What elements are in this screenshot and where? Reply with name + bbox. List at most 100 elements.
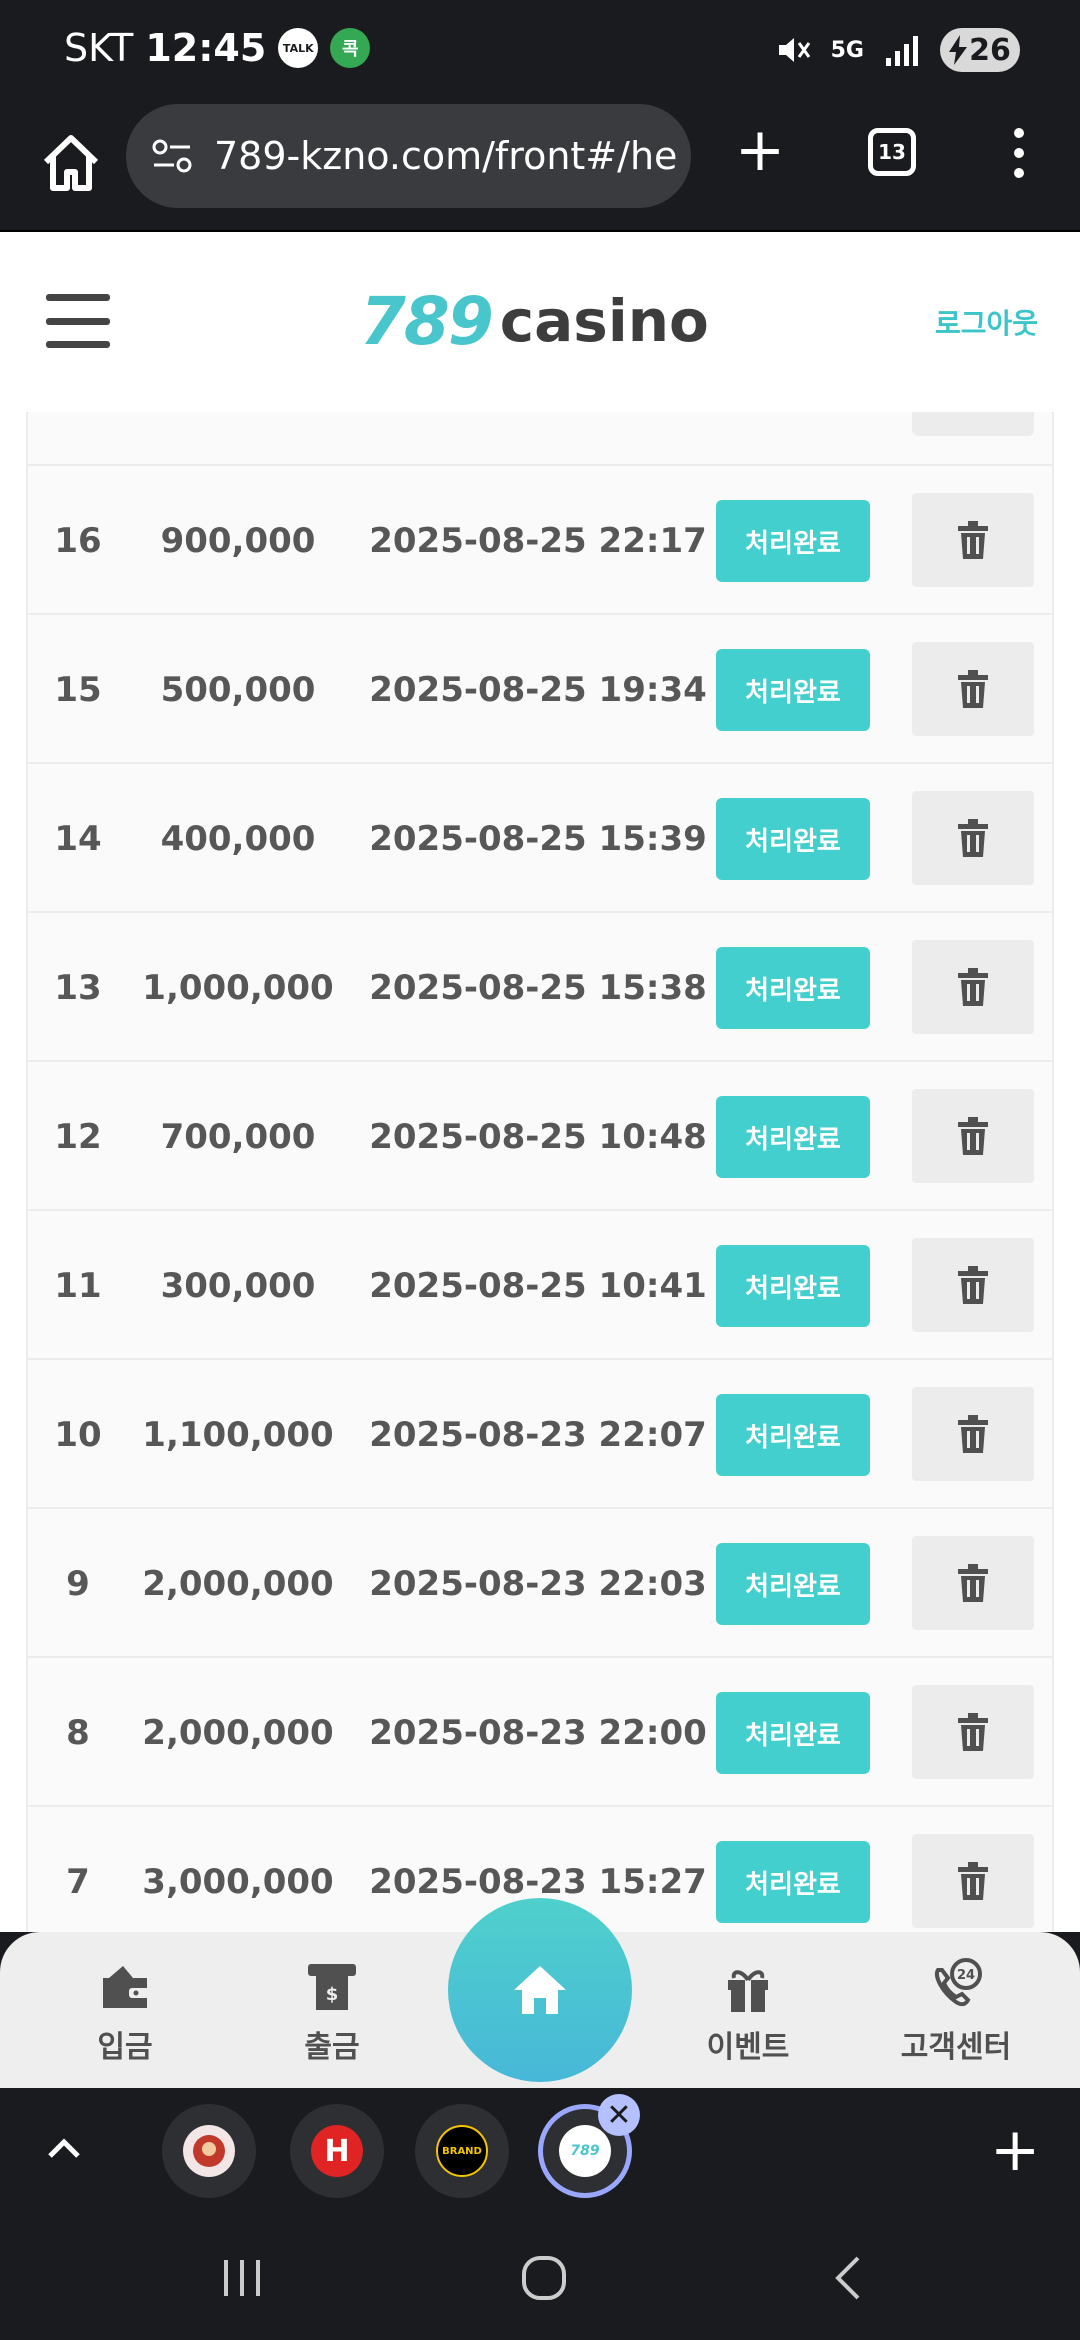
row-number: 11	[54, 1265, 102, 1306]
status-badge-button[interactable]: 처리완료	[716, 1096, 870, 1178]
app-notification-icon: 콕	[330, 28, 371, 68]
delete-button[interactable]	[912, 940, 1034, 1034]
nav-withdraw[interactable]: $ 출금	[262, 1956, 402, 2076]
atm-icon: $	[308, 1964, 356, 2010]
phone-24-icon: 24	[935, 1958, 982, 2007]
row-amount: 1,100,000	[142, 1414, 334, 1455]
carrier-label: SKT	[64, 26, 134, 70]
logo-number: 789	[360, 282, 494, 360]
tab-thumbnail-1[interactable]	[162, 2104, 256, 2198]
recents-button[interactable]	[202, 2248, 282, 2308]
row-number: 7	[66, 1861, 90, 1902]
delete-button[interactable]	[912, 1238, 1034, 1332]
new-tab-button[interactable]: +	[730, 120, 790, 180]
site-settings-icon[interactable]	[150, 134, 194, 178]
trash-icon	[956, 1564, 990, 1602]
delete-button[interactable]	[912, 1834, 1034, 1928]
svg-text:$: $	[326, 1984, 339, 2005]
table-row: 11 300,000 2025-08-25 10:41 처리완료	[28, 1211, 1052, 1360]
transaction-list: 16 900,000 2025-08-25 22:17 처리완료 15 500,000 20…	[0, 412, 1080, 1932]
menu-icon[interactable]	[46, 294, 110, 348]
nav-event[interactable]: 이벤트	[678, 1956, 818, 2076]
row-date: 2025-08-25 15:39	[369, 818, 707, 859]
recents-icon	[224, 2260, 260, 2296]
status-bar: SKT 12:45 TALK 콕 5G 26	[0, 0, 1080, 100]
home-fab-button[interactable]	[448, 1898, 632, 2082]
nav-support-label: 고객센터	[900, 2030, 1012, 2065]
table-row: 13 1,000,000 2025-08-25 15:38 처리완료	[28, 913, 1052, 1062]
tab-thumbnail-3[interactable]: BRAND	[415, 2104, 509, 2198]
logo-word: casino	[499, 287, 709, 355]
status-badge-button[interactable]: 처리완료	[716, 500, 870, 582]
row-number: 9	[66, 1563, 90, 1604]
gift-icon	[728, 1970, 768, 2012]
transaction-table: 16 900,000 2025-08-25 22:17 처리완료 15 500,000 20…	[26, 412, 1054, 1932]
site-logo[interactable]: 789 casino	[360, 283, 709, 360]
row-number: 8	[66, 1712, 90, 1753]
table-row: 9 2,000,000 2025-08-23 22:03 처리완료	[28, 1509, 1052, 1658]
add-tab-button[interactable]: +	[990, 2110, 1040, 2190]
tab-thumbnail-2[interactable]: H	[290, 2104, 384, 2198]
trash-icon	[956, 1415, 990, 1453]
trash-icon	[956, 968, 990, 1006]
browser-toolbar: 789-kzno.com/front#/he + 13	[0, 100, 1080, 230]
nav-deposit[interactable]: 입금	[55, 1956, 195, 2076]
row-amount: 900,000	[160, 520, 316, 561]
row-date: 2025-08-25 15:38	[369, 967, 707, 1008]
row-amount: 1,000,000	[142, 967, 334, 1008]
delete-button[interactable]	[912, 1089, 1034, 1183]
wallet-icon	[103, 1966, 149, 2008]
close-tab-icon[interactable]: ✕	[598, 2094, 640, 2136]
delete-button[interactable]	[912, 1536, 1034, 1630]
tab-switcher-button[interactable]: 13	[868, 128, 916, 176]
site-header: 789 casino 로그아웃	[0, 230, 1080, 412]
status-badge-button[interactable]: 처리완료	[716, 947, 870, 1029]
status-badge-button[interactable]: 처리완료	[716, 1692, 870, 1774]
address-bar[interactable]: 789-kzno.com/front#/he	[126, 104, 691, 208]
home-system-button[interactable]	[504, 2248, 584, 2308]
table-row: 16 900,000 2025-08-25 22:17 처리완료	[28, 466, 1052, 615]
status-badge-button[interactable]: 처리완료	[716, 1245, 870, 1327]
battery-indicator: 26	[940, 28, 1020, 72]
url-text: 789-kzno.com/front#/he	[214, 134, 678, 178]
status-badge-button[interactable]: 처리완료	[716, 1543, 870, 1625]
status-badge-button[interactable]: 처리완료	[716, 1841, 870, 1923]
row-amount: 3,000,000	[142, 1861, 334, 1902]
screen: SKT 12:45 TALK 콕 5G 26 789-kzno.com/fron…	[0, 0, 1080, 2340]
kakaotalk-icon: TALK	[278, 28, 319, 68]
status-badge-button[interactable]: 처리완료	[716, 798, 870, 880]
delete-button[interactable]	[912, 642, 1034, 736]
row-amount: 2,000,000	[142, 1712, 334, 1753]
site-789-icon: 789	[559, 2125, 611, 2177]
brand-logo-icon: BRAND	[436, 2125, 488, 2177]
delete-button-partial[interactable]	[912, 412, 1034, 436]
row-number: 12	[54, 1116, 102, 1157]
status-badge-button[interactable]: 처리완료	[716, 1394, 870, 1476]
more-menu-button[interactable]	[1004, 128, 1034, 178]
trash-icon	[956, 1117, 990, 1155]
back-button[interactable]	[808, 2248, 888, 2308]
delete-button[interactable]	[912, 1685, 1034, 1779]
delete-button[interactable]	[912, 493, 1034, 587]
chevron-up-icon[interactable]	[44, 2128, 84, 2168]
status-badge-button[interactable]: 처리완료	[716, 649, 870, 731]
row-date: 2025-08-25 22:17	[369, 520, 707, 561]
logout-link[interactable]: 로그아웃	[935, 302, 1038, 342]
charging-icon	[949, 35, 968, 65]
delete-button[interactable]	[912, 1387, 1034, 1481]
back-icon	[835, 2256, 860, 2300]
nav-support[interactable]: 24 고객센터	[886, 1956, 1026, 2076]
home-circle-icon	[522, 2256, 566, 2300]
trash-icon	[956, 1266, 990, 1304]
row-date: 2025-08-23 22:07	[369, 1414, 707, 1455]
browser-home-button[interactable]	[36, 128, 106, 198]
clock: 12:45	[145, 26, 267, 70]
casino-site-icon	[183, 2125, 235, 2177]
row-amount: 400,000	[160, 818, 316, 859]
row-date: 2025-08-25 19:34	[369, 669, 707, 710]
network-type-icon: 5G	[830, 37, 864, 63]
support-badge-text: 24	[957, 1968, 975, 1983]
delete-button[interactable]	[912, 791, 1034, 885]
nav-withdraw-label: 출금	[304, 2030, 360, 2065]
trash-icon	[956, 1713, 990, 1751]
